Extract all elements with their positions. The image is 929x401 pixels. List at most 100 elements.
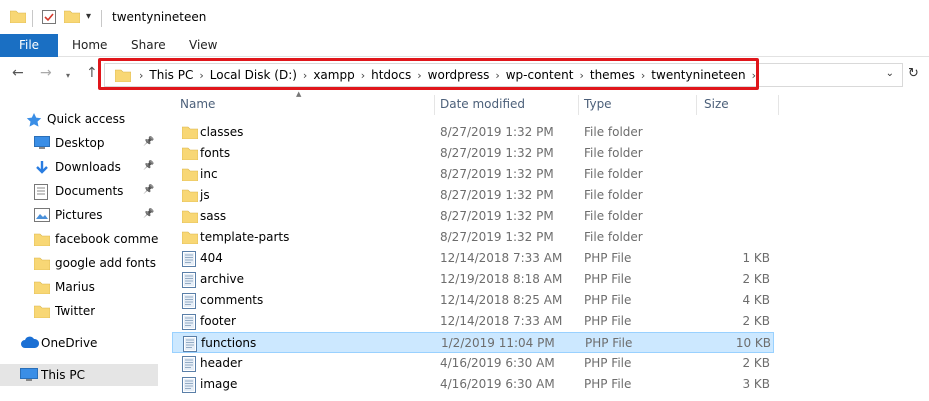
address-highlight-annotation	[98, 58, 759, 90]
file-date-modified: 8/27/2019 1:32 PM	[440, 209, 554, 223]
file-row-404[interactable]: 404 12/14/2018 7:33 AM PHP File 1 KB	[172, 248, 774, 269]
column-date-modified[interactable]: Date modified	[440, 91, 525, 117]
column-divider[interactable]	[578, 95, 579, 115]
nav-item-label: google add fonts	[55, 256, 156, 270]
properties-check-icon[interactable]	[41, 9, 57, 28]
column-divider[interactable]	[696, 95, 697, 115]
file-row-archive[interactable]: archive 12/19/2018 8:18 AM PHP File 2 KB	[172, 269, 774, 290]
file-type: File folder	[584, 167, 643, 181]
file-size	[692, 227, 770, 248]
pin-icon[interactable]: 📌	[143, 185, 154, 195]
pin-icon[interactable]: 📌	[143, 161, 154, 171]
folder-icon	[33, 280, 51, 297]
share-tab[interactable]: Share	[131, 34, 166, 57]
onedrive-cloud-icon	[20, 336, 40, 353]
nav-item-twitter[interactable]: Twitter	[0, 300, 158, 322]
column-name[interactable]: Name	[180, 91, 215, 117]
folder-icon	[181, 230, 199, 247]
file-name: archive	[200, 272, 245, 286]
file-size	[692, 164, 770, 185]
file-type: PHP File	[584, 251, 632, 265]
nav-item-pictures[interactable]: Pictures 📌	[0, 204, 158, 226]
back-arrow-icon[interactable]: ←	[12, 65, 24, 81]
file-size	[692, 185, 770, 206]
nav-item-marius[interactable]: Marius	[0, 276, 158, 298]
file-size	[692, 143, 770, 164]
home-tab[interactable]: Home	[72, 34, 107, 57]
file-row-fonts[interactable]: fonts 8/27/2019 1:32 PM File folder	[172, 143, 774, 164]
desktop-icon	[34, 136, 50, 153]
nav-item-label: This PC	[41, 368, 85, 382]
column-divider[interactable]	[778, 95, 779, 115]
address-history-dropdown-icon[interactable]: ⌄	[886, 68, 894, 79]
file-size: 2 KB	[742, 356, 770, 370]
customize-toolbar-dropdown-icon[interactable]: ▾	[86, 11, 91, 22]
file-row-inc[interactable]: inc 8/27/2019 1:32 PM File folder	[172, 164, 774, 185]
nav-item-this-pc[interactable]: This PC	[0, 364, 158, 386]
file-row-sass[interactable]: sass 8/27/2019 1:32 PM File folder	[172, 206, 774, 227]
quick-access-star-icon	[26, 112, 42, 131]
file-name: template-parts	[200, 230, 290, 244]
new-folder-icon[interactable]	[63, 9, 81, 26]
file-name: inc	[200, 167, 218, 181]
php-file-icon	[182, 377, 196, 396]
file-date-modified: 12/14/2018 8:25 AM	[440, 293, 563, 307]
column-divider[interactable]	[434, 95, 435, 115]
file-tab[interactable]: File	[0, 34, 58, 57]
file-size	[692, 122, 770, 143]
view-tab[interactable]: View	[189, 34, 217, 57]
pin-icon[interactable]: 📌	[143, 209, 154, 219]
file-row-header[interactable]: header 4/16/2019 6:30 AM PHP File 2 KB	[172, 353, 774, 374]
nav-item-documents[interactable]: Documents 📌	[0, 180, 158, 202]
file-date-modified: 12/14/2018 7:33 AM	[440, 314, 563, 328]
file-name: header	[200, 356, 243, 370]
file-date-modified: 12/19/2018 8:18 AM	[440, 272, 563, 286]
file-date-modified: 4/16/2019 6:30 AM	[440, 356, 555, 370]
file-name: image	[200, 377, 238, 391]
file-size: 10 KB	[735, 336, 771, 350]
folder-icon	[181, 188, 199, 205]
file-date-modified: 8/27/2019 1:32 PM	[440, 188, 554, 202]
refresh-icon[interactable]: ↻	[908, 66, 919, 81]
nav-item-desktop[interactable]: Desktop 📌	[0, 132, 158, 154]
file-row-image[interactable]: image 4/16/2019 6:30 AM PHP File 3 KB	[172, 374, 774, 395]
php-file-icon	[182, 314, 196, 333]
file-row-comments[interactable]: comments 12/14/2018 8:25 AM PHP File 4 KB	[172, 290, 774, 311]
folder-icon	[181, 125, 199, 142]
pictures-icon	[34, 208, 50, 225]
file-date-modified: 8/27/2019 1:32 PM	[440, 146, 554, 160]
file-type: PHP File	[584, 314, 632, 328]
downloads-icon	[34, 160, 50, 179]
file-row-classes[interactable]: classes 8/27/2019 1:32 PM File folder	[172, 122, 774, 143]
file-row-footer[interactable]: footer 12/14/2018 7:33 AM PHP File 2 KB	[172, 311, 774, 332]
folder-icon	[33, 304, 51, 321]
up-arrow-icon[interactable]: ↑	[86, 65, 98, 81]
php-file-icon	[182, 293, 196, 312]
nav-item-quick-access[interactable]: Quick access	[0, 108, 158, 130]
file-size: 2 KB	[742, 272, 770, 286]
title-separator	[101, 10, 102, 27]
file-name: sass	[200, 209, 227, 223]
file-size: 4 KB	[742, 293, 770, 307]
column-size[interactable]: Size	[704, 91, 729, 117]
nav-item-label: Downloads	[55, 160, 121, 174]
nav-item-label: Documents	[55, 184, 124, 198]
recent-locations-dropdown-icon[interactable]: ▾	[66, 68, 70, 84]
nav-item-onedrive[interactable]: OneDrive	[0, 332, 158, 354]
nav-item-facebook-comment[interactable]: facebook comment	[0, 228, 158, 250]
file-name: functions	[201, 336, 257, 350]
file-size: 2 KB	[742, 314, 770, 328]
column-headers: Name Date modified Type Size	[172, 91, 912, 117]
nav-item-downloads[interactable]: Downloads 📌	[0, 156, 158, 178]
file-type: File folder	[584, 230, 643, 244]
nav-item-label: OneDrive	[41, 336, 98, 350]
file-row-js[interactable]: js 8/27/2019 1:32 PM File folder	[172, 185, 774, 206]
this-pc-icon	[20, 368, 38, 385]
file-row-functions[interactable]: functions 1/2/2019 11:04 PM PHP File 10 KB	[172, 332, 774, 353]
documents-icon	[34, 184, 48, 203]
file-row-template-parts[interactable]: template-parts 8/27/2019 1:32 PM File fold…	[172, 227, 774, 248]
nav-item-google-add-fonts[interactable]: google add fonts	[0, 252, 158, 274]
forward-arrow-icon[interactable]: →	[40, 65, 52, 81]
pin-icon[interactable]: 📌	[143, 137, 154, 147]
column-type[interactable]: Type	[584, 91, 612, 117]
